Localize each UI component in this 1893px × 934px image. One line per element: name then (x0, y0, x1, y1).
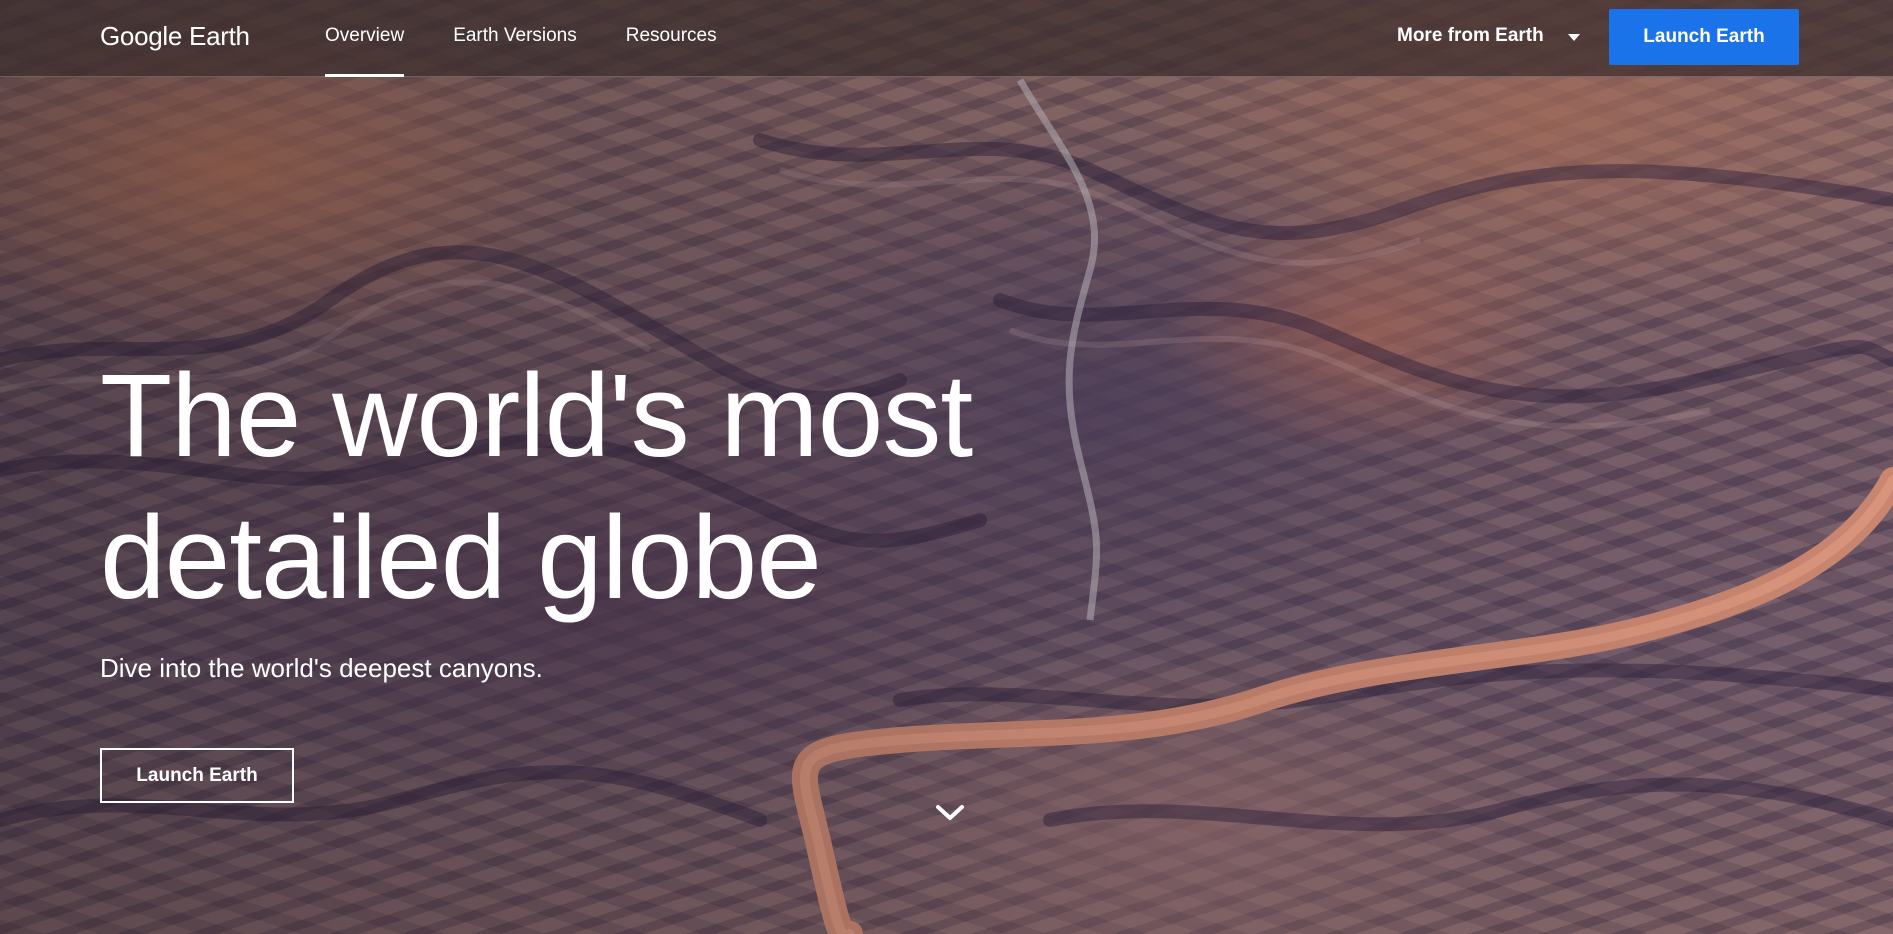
caret-down-icon (1567, 33, 1580, 41)
hero-subtitle: Dive into the world's deepest canyons. (100, 653, 543, 683)
tab-overview[interactable]: Overview (325, 0, 405, 77)
launch-earth-hero-button[interactable]: Launch Earth (100, 748, 294, 803)
chevron-down-icon (936, 805, 964, 820)
launch-earth-header-button[interactable]: Launch Earth (1609, 9, 1799, 65)
google-earth-logo[interactable]: Google Earth (100, 19, 250, 53)
hero-title-line-2: detailed globe (100, 492, 822, 624)
scroll-down-button[interactable] (932, 798, 968, 828)
tab-resources[interactable]: Resources (626, 0, 717, 77)
primary-nav-tabs: Overview Earth Versions Resources (325, 0, 766, 77)
logo-product-text: Earth (189, 21, 250, 51)
tab-earth-versions[interactable]: Earth Versions (453, 0, 577, 77)
hero-title-line-1: The world's most (100, 350, 973, 482)
more-from-earth-dropdown[interactable]: More from Earth (1397, 0, 1580, 72)
more-from-earth-label: More from Earth (1397, 25, 1544, 46)
logo-brand-text: Google (100, 21, 183, 51)
hero-title: The world's most detailed globe (100, 345, 1100, 629)
top-navigation-bar: Google Earth Overview Earth Versions Res… (0, 0, 1893, 77)
